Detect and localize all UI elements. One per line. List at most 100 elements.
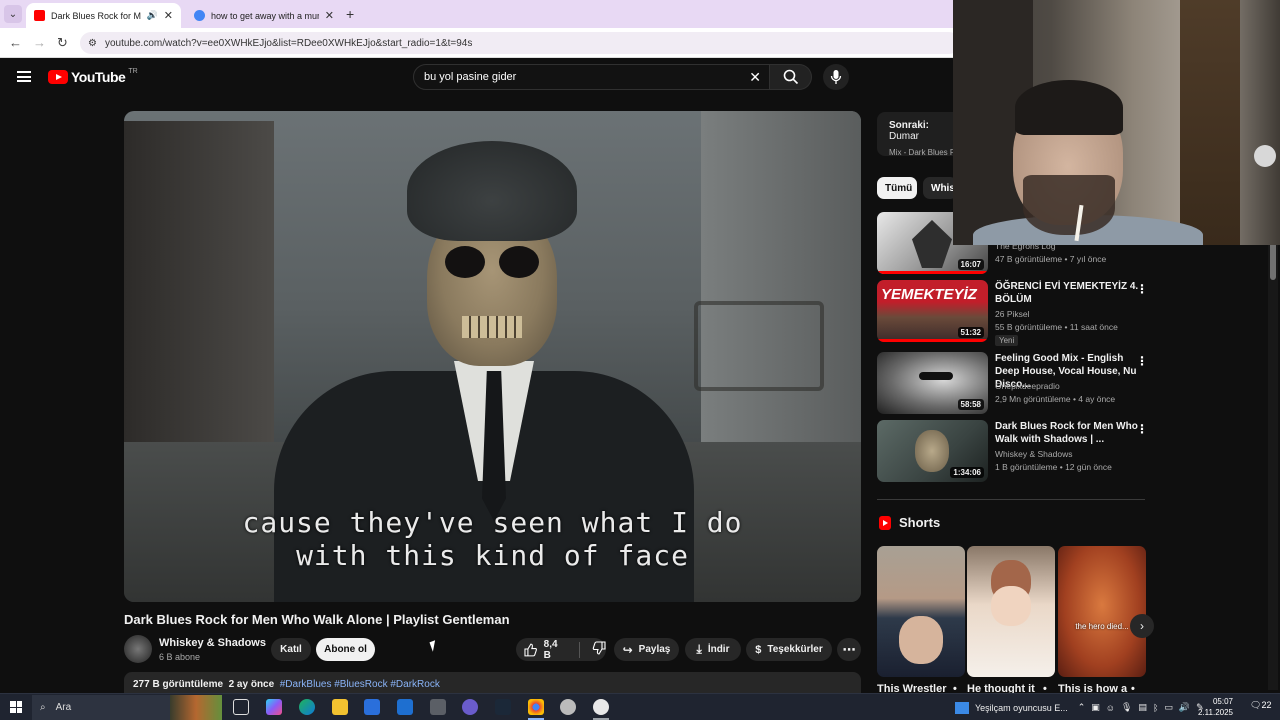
bluetooth-icon[interactable]: ᛒ (1153, 703, 1158, 713)
windows-taskbar: ⌕ Ara Yeşilçam oyuncusu E... ⌃ ▣ ☺ 🎙 ▤ ᛒ… (0, 693, 1280, 720)
google-favicon-icon (194, 10, 205, 21)
short-thumbnail[interactable] (967, 546, 1055, 677)
more-options-icon[interactable]: ⋮ (1136, 354, 1148, 368)
app-icon[interactable] (430, 699, 446, 715)
steam-icon[interactable] (495, 699, 511, 715)
back-arrow-icon[interactable]: ← (9, 35, 22, 50)
taskbar-search-box[interactable]: ⌕ Ara (32, 695, 222, 720)
video-meta: 55 B görüntüleme • 11 saat önce (995, 322, 1118, 332)
hashtags[interactable]: #DarkBlues #BluesRock #DarkRock (280, 679, 440, 690)
clock-time: 05:07 (1212, 697, 1233, 706)
video-thumbnail[interactable]: YEMEKTEYİZ 51:32 (877, 280, 988, 342)
search-highlight-art (170, 695, 222, 720)
download-label: İndir (707, 644, 730, 655)
video-channel: Onepixdeepradio (995, 381, 1060, 391)
thanks-label: Teşekkürler (767, 644, 823, 655)
clear-search-icon[interactable]: ✕ (749, 69, 761, 86)
like-count: 8,4 B (543, 638, 558, 661)
chrome-icon[interactable] (528, 699, 544, 715)
shorts-logo-icon (879, 515, 891, 530)
video-thumbnail[interactable]: 1:34:06 (877, 420, 988, 482)
video-thumbnail[interactable]: 58:58 (877, 352, 988, 414)
tray-app-icon[interactable]: ☺ (1106, 703, 1115, 713)
forward-arrow-icon[interactable]: → (33, 35, 46, 50)
share-button[interactable]: ↪ Paylaş (614, 638, 679, 661)
edge-browser-icon[interactable] (299, 699, 315, 715)
video-meta: 1 B görüntüleme • 12 gün önce (995, 462, 1112, 472)
taskbar-search-placeholder: Ara (55, 702, 72, 713)
discord-icon[interactable] (462, 699, 478, 715)
more-actions-icon[interactable]: ⋯ (837, 638, 861, 661)
video-meta: 2,9 Mn görüntüleme • 4 ay önce (995, 394, 1116, 404)
youtube-play-logo-icon (48, 70, 68, 84)
search-button[interactable] (770, 64, 812, 90)
close-tab-icon[interactable]: ✕ (325, 9, 334, 22)
tray-app-icon[interactable]: ▤ (1138, 702, 1147, 713)
notification-count: 22 (1261, 700, 1272, 710)
video-title[interactable]: Dark Blues Rock for Men Who Walk with Sh… (995, 420, 1140, 446)
recommendation-item[interactable]: YEMEKTEYİZ 51:32 ÖĞRENCİ EVİ YEMEKTEYİZ … (877, 280, 1148, 346)
network-icon[interactable]: ▭ (1164, 702, 1173, 713)
search-icon: ⌕ (40, 702, 46, 713)
video-player[interactable]: cause they've seen what I do with this k… (124, 111, 861, 602)
short-thumbnail[interactable]: the hero died... (1058, 546, 1146, 677)
up-next-panel[interactable]: Sonraki: Dumar Mix - Dark Blues R (877, 112, 957, 157)
tab-youtube[interactable]: Dark Blues Rock for Men W 🔊 ✕ (26, 3, 181, 28)
new-tab-plus-icon[interactable]: + (346, 6, 354, 22)
app-avatar-icon[interactable] (560, 699, 576, 715)
notification-center-icon[interactable]: 🗨22 (1250, 700, 1271, 711)
subscribe-button[interactable]: Abone ol (316, 638, 375, 661)
site-info-icon[interactable]: ⚙ (88, 38, 97, 49)
new-badge: Yeni (995, 335, 1019, 346)
task-view-icon[interactable] (233, 699, 249, 715)
like-button[interactable]: 8,4 B (524, 639, 567, 661)
microphone-icon[interactable]: 🎙 (1121, 702, 1132, 713)
thanks-button[interactable]: $ Teşekkürler (746, 638, 832, 661)
url-field[interactable]: ⚙ youtube.com/watch?v=ee0XWHkEJjo&list=R… (80, 32, 960, 54)
view-count: 277 B görüntüleme (133, 679, 224, 690)
recommendation-item[interactable]: 58:58 Feeling Good Mix - English Deep Ho… (877, 352, 1148, 414)
close-tab-icon[interactable]: ✕ (164, 9, 173, 22)
tray-app-icon[interactable]: ▣ (1091, 702, 1100, 713)
video-title[interactable]: ÖĞRENCİ EVİ YEMEKTEYİZ 4. BÖLÜM (995, 280, 1140, 306)
clock[interactable]: 05:07 2.11.2025 (1198, 696, 1233, 718)
download-button[interactable]: ⤓ İndir (685, 638, 741, 661)
chip-channel[interactable]: Whisk (923, 177, 957, 199)
more-options-icon[interactable]: ⋮ (1136, 422, 1148, 436)
join-button[interactable]: Katıl (271, 638, 311, 661)
video-title: Dark Blues Rock for Men Who Walk Alone |… (124, 612, 510, 627)
subscriber-count: 6 B abone (159, 652, 201, 662)
tab-google-search[interactable]: how to get away with a murder ✕ (186, 3, 342, 28)
short-thumbnail[interactable] (877, 546, 965, 677)
outlook-icon[interactable] (397, 699, 413, 715)
video-duration: 1:34:06 (950, 467, 984, 478)
chip-all[interactable]: Tümü (877, 177, 917, 199)
widgets-icon[interactable] (955, 701, 969, 714)
up-next-title: Dumar (889, 131, 920, 142)
dislike-button[interactable] (592, 641, 606, 658)
youtube-logo[interactable]: YouTube TR (48, 68, 138, 85)
windows-start-icon[interactable] (10, 701, 22, 713)
microsoft-store-icon[interactable] (364, 699, 380, 715)
shorts-next-chevron-icon[interactable]: › (1130, 614, 1154, 638)
system-tray: Yeşilçam oyuncusu E... ⌃ ▣ ☺ 🎙 ▤ ᛒ ▭ 🔊 ✎ (955, 694, 1204, 720)
search-icon (783, 69, 798, 85)
search-input[interactable]: bu yol pasine gider ✕ (413, 64, 770, 90)
more-options-icon[interactable]: ⋮ (1136, 282, 1148, 296)
tray-overflow-icon[interactable]: ⌃ (1078, 702, 1086, 713)
file-explorer-icon[interactable] (332, 699, 348, 715)
channel-name[interactable]: Whiskey & Shadows (159, 637, 266, 649)
video-meta: 47 B görüntüleme • 7 yıl önce (995, 254, 1107, 264)
reload-icon[interactable]: ↻ (57, 35, 68, 51)
channel-avatar[interactable] (124, 635, 152, 663)
voice-search-button[interactable] (823, 64, 849, 90)
obs-icon[interactable] (593, 699, 609, 715)
menu-hamburger-icon[interactable] (17, 71, 31, 82)
copilot-icon[interactable] (266, 699, 282, 715)
recommendation-item[interactable]: 1:34:06 Dark Blues Rock for Men Who Walk… (877, 420, 1148, 482)
up-next-label: Sonraki: (889, 120, 930, 131)
tab-search-dropdown-icon[interactable]: ⌄ (4, 5, 22, 23)
widgets-news-text[interactable]: Yeşilçam oyuncusu E... (975, 703, 1068, 713)
volume-icon[interactable]: 🔊 (1179, 702, 1190, 713)
speaker-icon[interactable]: 🔊 (147, 10, 158, 21)
